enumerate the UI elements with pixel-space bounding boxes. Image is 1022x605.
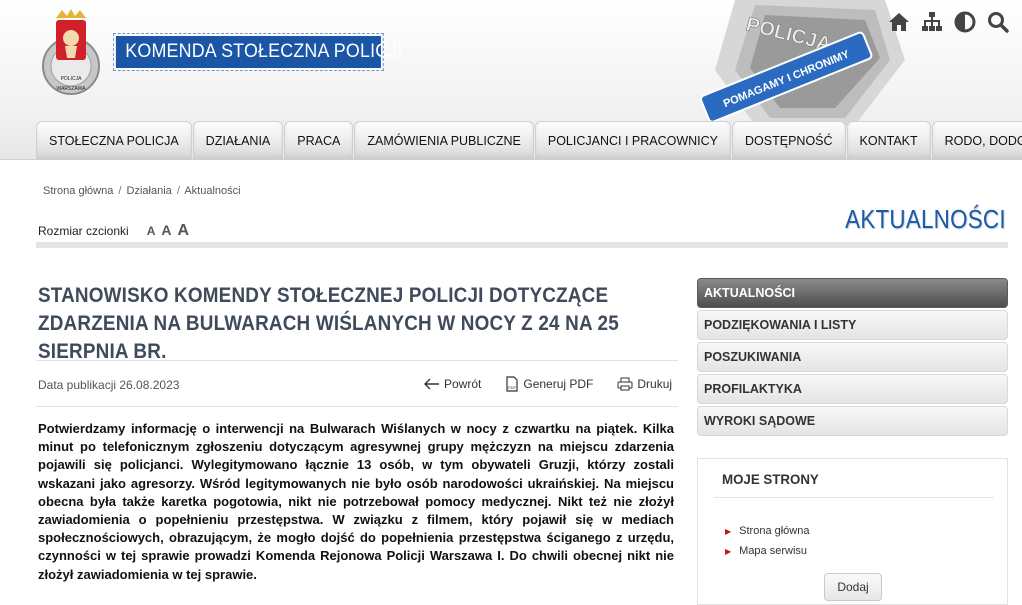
svg-text:POLICJA: POLICJA (61, 76, 83, 82)
my-pages-box: MOJE STRONY ▶ Strona główna ▶ Mapa serwi… (697, 458, 1008, 605)
font-size-controls: Rozmiar czcionki A A A (38, 222, 189, 240)
divider (36, 406, 678, 407)
list-item[interactable]: ▶ Strona główna (725, 525, 809, 537)
breadcrumb: Strona główna / Działania / Aktualności (43, 185, 241, 197)
font-size-label: Rozmiar czcionki (38, 224, 129, 238)
font-size-medium-button[interactable]: A (161, 222, 171, 238)
police-star-badge: POLICJA POMAGAMY I CHRONIMY (700, 0, 905, 125)
article-body: Potwierdzamy informację o interwencji na… (38, 421, 674, 582)
sidebar-item-poszukiwania[interactable]: POSZUKIWANIA (697, 342, 1008, 372)
site-header: POLICJA WARSZAWA KOMENDA STOŁECZNA POLIC… (0, 0, 1022, 160)
breadcrumb-current: Aktualności (184, 185, 241, 197)
sidebar-item-wyroki-sadowe[interactable]: WYROKI SĄDOWE (697, 406, 1008, 436)
bullet-icon: ▶ (725, 526, 732, 536)
main-nav: STOŁECZNA POLICJA DZIAŁANIA PRACA ZAMÓWI… (36, 121, 1022, 159)
svg-text:PDF: PDF (508, 385, 517, 390)
nav-policjanci-i-pracownicy[interactable]: POLICJANCI I PRACOWNICY (534, 121, 732, 159)
print-label: Drukuj (637, 377, 673, 391)
divider (714, 497, 994, 498)
back-label: Powrót (444, 377, 482, 391)
nav-kontakt[interactable]: KONTAKT (846, 121, 931, 159)
my-pages-link-home[interactable]: Strona główna (739, 525, 809, 537)
sitemap-icon[interactable] (920, 10, 944, 34)
breadcrumb-home[interactable]: Strona główna (43, 185, 113, 197)
font-size-large-button[interactable]: A (177, 222, 189, 240)
nav-rodo-dodo[interactable]: RODO, DODO (931, 121, 1022, 159)
my-pages-title: MOJE STRONY (722, 471, 819, 487)
breadcrumb-separator: / (176, 185, 180, 197)
breadcrumb-separator: / (118, 185, 122, 197)
list-item[interactable]: ▶ Mapa serwisu (725, 545, 809, 557)
generate-pdf-button[interactable]: PDF Generuj PDF (505, 376, 593, 392)
arrow-left-icon (424, 378, 439, 390)
breadcrumb-dzialania[interactable]: Działania (127, 185, 172, 197)
pdf-label: Generuj PDF (523, 377, 594, 391)
nav-dostepnosc[interactable]: DOSTĘPNOŚĆ (732, 121, 846, 159)
pdf-icon: PDF (506, 376, 518, 392)
my-pages-link-sitemap[interactable]: Mapa serwisu (739, 545, 807, 557)
add-page-button[interactable]: Dodaj (824, 573, 882, 601)
sidebar-item-profilaktyka[interactable]: PROFILAKTYKA (697, 374, 1008, 404)
nav-stoleczna-policja[interactable]: STOŁECZNA POLICJA (36, 121, 192, 159)
section-divider (36, 242, 1008, 248)
sidebar-menu: AKTUALNOŚCI PODZIĘKOWANIA I LISTY POSZUK… (697, 278, 1008, 438)
top-toolbar (887, 10, 1010, 34)
nav-praca[interactable]: PRACA (284, 121, 354, 159)
police-logo[interactable]: POLICJA WARSZAWA (40, 8, 102, 100)
section-title: AKTUALNOŚCI (845, 204, 1006, 234)
bullet-icon: ▶ (725, 546, 732, 556)
nav-dzialania[interactable]: DZIAŁANIA (192, 121, 284, 159)
sidebar-item-aktualnosci[interactable]: AKTUALNOŚCI (697, 278, 1008, 308)
nav-zamowienia-publiczne[interactable]: ZAMÓWIENIA PUBLICZNE (354, 121, 534, 159)
printer-icon (617, 377, 633, 391)
publication-date: Data publikacji 26.08.2023 (38, 378, 180, 392)
contrast-icon[interactable] (953, 10, 977, 34)
search-icon[interactable] (986, 10, 1010, 34)
back-button[interactable]: Powrót (424, 376, 481, 392)
divider (36, 360, 678, 361)
my-pages-list: ▶ Strona główna ▶ Mapa serwisu (725, 525, 809, 565)
sidebar-item-podziekowania[interactable]: PODZIĘKOWANIA I LISTY (697, 310, 1008, 340)
font-size-small-button[interactable]: A (147, 224, 156, 238)
article-tools: Powrót PDF Generuj PDF Drukuj (424, 376, 672, 392)
print-button[interactable]: Drukuj (617, 376, 672, 392)
article-title: STANOWISKO KOMENDY STOŁECZNEJ POLICJI DO… (38, 284, 619, 363)
site-title[interactable]: KOMENDA STOŁECZNA POLICJI (113, 33, 402, 71)
home-icon[interactable] (887, 10, 911, 34)
svg-text:WARSZAWA: WARSZAWA (57, 86, 87, 92)
